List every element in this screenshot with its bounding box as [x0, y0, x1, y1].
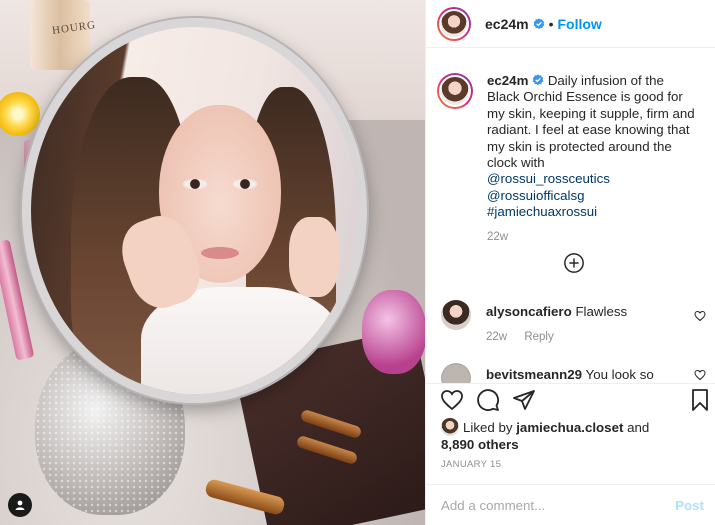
- tag-button[interactable]: [8, 493, 32, 517]
- flower-ornament: [0, 92, 40, 136]
- heart-icon[interactable]: [440, 388, 464, 412]
- hand: [289, 217, 339, 297]
- comments-scroll-area[interactable]: ec24m Daily infusion of the Black Orchid…: [426, 49, 715, 383]
- paper-plane-icon[interactable]: [512, 388, 536, 412]
- author-username[interactable]: ec24m: [485, 16, 529, 32]
- post-comment-button[interactable]: Post: [667, 498, 712, 513]
- perfume-bottle: [362, 290, 425, 374]
- caption-text: ec24m Daily infusion of the Black Orchid…: [487, 73, 700, 221]
- caption: ec24m Daily infusion of the Black Orchid…: [426, 49, 715, 221]
- heart-icon[interactable]: [694, 369, 706, 381]
- add-comment-bar: Post: [426, 484, 715, 525]
- commenter-username[interactable]: bevitsmeann29: [486, 367, 582, 382]
- bookmark-icon[interactable]: [688, 388, 712, 412]
- follow-button[interactable]: Follow: [558, 16, 602, 32]
- comment-item: bevitsmeann29 You look so: [441, 363, 711, 383]
- caption-username[interactable]: ec24m: [487, 73, 528, 88]
- verified-badge-icon: [532, 74, 544, 86]
- comment-body: You look so: [585, 367, 654, 382]
- hashtag-link[interactable]: #jamiechuaxrossui: [487, 204, 700, 220]
- post-photo[interactable]: HOURG: [0, 0, 425, 525]
- likes-summary: Liked by jamiechua.closet and 8,890 othe…: [441, 418, 649, 453]
- heart-icon[interactable]: [694, 310, 706, 322]
- author-avatar[interactable]: [437, 6, 471, 41]
- separator-dot: •: [548, 15, 554, 32]
- commenter-avatar[interactable]: [441, 300, 471, 330]
- plus-circle-icon[interactable]: [563, 252, 585, 274]
- liker-avatar[interactable]: [441, 418, 459, 436]
- eye: [233, 179, 257, 189]
- likes-count[interactable]: 8,890 others: [441, 437, 519, 452]
- caption-avatar[interactable]: [437, 73, 473, 109]
- post-header: ec24m • Follow: [426, 0, 715, 48]
- likes-prefix: Liked by: [463, 420, 513, 435]
- eye: [183, 179, 207, 189]
- comment-meta: 22w Reply: [486, 331, 568, 343]
- post-date[interactable]: JANUARY 15: [441, 459, 501, 470]
- commenter-username[interactable]: alysoncafiero: [486, 304, 572, 319]
- mention-link[interactable]: @rossuiofficalsg: [487, 188, 700, 204]
- comment-text: alysoncafiero Flawless: [486, 304, 627, 319]
- commenter-avatar[interactable]: [441, 363, 471, 383]
- post-sidebar: ec24m • Follow ec24m Daily infusion of t…: [425, 0, 715, 525]
- action-bar: [426, 383, 715, 419]
- mention-link[interactable]: @rossui_rossceutics: [487, 171, 700, 187]
- comment-time[interactable]: 22w: [486, 331, 507, 343]
- comment-text: bevitsmeann29 You look so: [486, 367, 654, 382]
- caption-timestamp[interactable]: 22w: [487, 231, 715, 243]
- hand-mirror: [22, 18, 367, 403]
- reply-button[interactable]: Reply: [524, 331, 553, 343]
- comment-input[interactable]: [441, 497, 668, 513]
- comment-body: Flawless: [575, 304, 628, 319]
- likes-and: and: [627, 420, 650, 435]
- liker-username[interactable]: jamiechua.closet: [516, 420, 623, 435]
- comment-bubble-icon[interactable]: [476, 388, 500, 412]
- user-tag-icon: [15, 500, 25, 510]
- verified-badge-icon: [533, 17, 544, 29]
- lips: [201, 247, 239, 259]
